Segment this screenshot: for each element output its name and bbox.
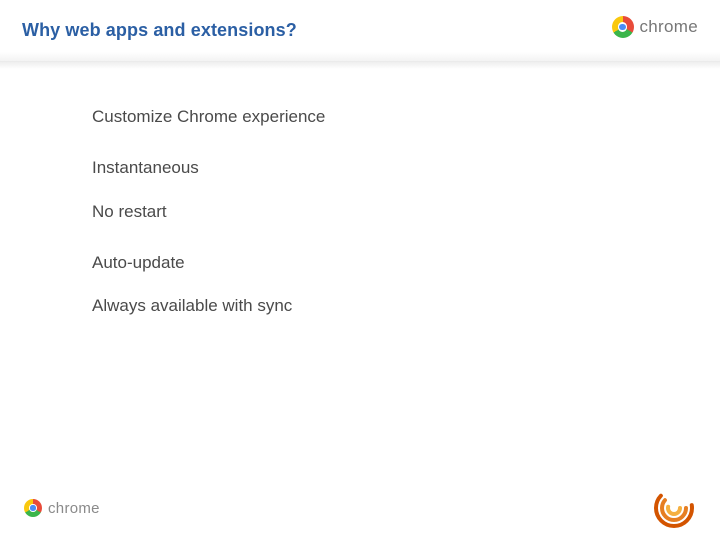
content-area: Customize Chrome experience Instantaneou… [0,62,720,316]
bullet-item: Customize Chrome experience [92,106,720,127]
company-swirl-icon [652,486,696,530]
footer-bar: chrome [0,486,720,540]
brand-bottom: chrome [24,499,100,517]
bullet-item: Always available with sync [92,295,720,316]
brand-top: chrome [612,16,699,38]
bullet-item: Auto-update [92,252,720,273]
brand-label: chrome [640,17,699,37]
slide-title: Why web apps and extensions? [22,20,297,41]
slide: Why web apps and extensions? chrome Cust… [0,0,720,540]
brand-label: chrome [48,500,100,517]
bullet-item: Instantaneous [92,157,720,178]
bullet-item: No restart [92,201,720,222]
chrome-logo-icon [24,499,42,517]
header-bar: Why web apps and extensions? chrome [0,0,720,62]
chrome-logo-icon [612,16,634,38]
